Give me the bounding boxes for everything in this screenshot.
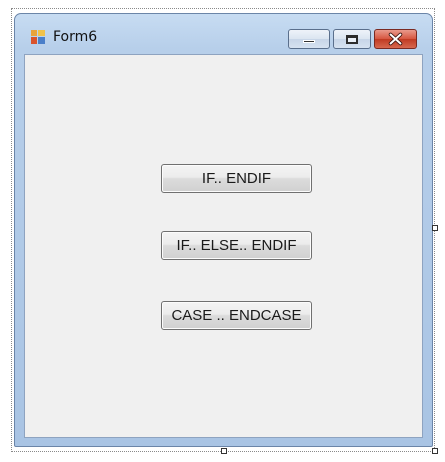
maximize-button[interactable] <box>333 29 371 49</box>
form-window[interactable]: Form6 IF.. ENDIF IF.. ELSE.. ENDIF CASE … <box>14 13 433 447</box>
if-endif-button[interactable]: IF.. ENDIF <box>161 164 312 193</box>
close-icon <box>388 32 403 46</box>
if-else-endif-button[interactable]: IF.. ELSE.. ENDIF <box>161 231 312 260</box>
form-app-icon <box>31 30 45 44</box>
case-endcase-button[interactable]: CASE .. ENDCASE <box>161 301 312 330</box>
minimize-icon <box>303 40 315 43</box>
form-client-area: IF.. ENDIF IF.. ELSE.. ENDIF CASE .. END… <box>24 54 423 438</box>
designer-surface: Form6 IF.. ENDIF IF.. ELSE.. ENDIF CASE … <box>0 0 445 462</box>
close-button[interactable] <box>374 29 417 49</box>
minimize-button[interactable] <box>288 29 330 49</box>
title-bar[interactable]: Form6 <box>15 14 432 54</box>
resize-grip-right[interactable] <box>432 225 438 231</box>
maximize-icon <box>346 35 358 44</box>
resize-grip-bottom[interactable] <box>221 448 227 454</box>
resize-grip-corner[interactable] <box>432 448 438 454</box>
window-title: Form6 <box>53 29 98 45</box>
